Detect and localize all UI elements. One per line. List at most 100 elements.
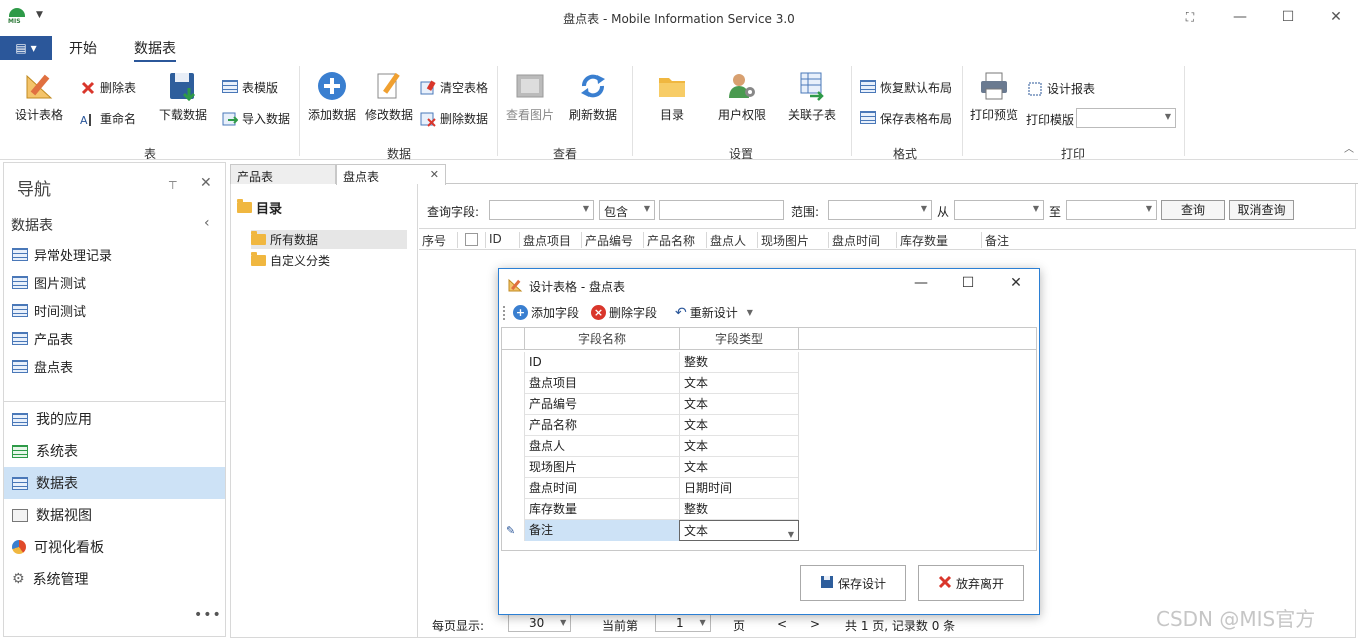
dialog-maximize-button[interactable]: ☐ xyxy=(954,275,982,295)
nav-bottom-system-tables[interactable]: 系统表 xyxy=(4,435,225,467)
restore-layout-button[interactable]: 恢复默认布局 xyxy=(860,79,952,96)
field-row[interactable]: 库存数量 整数 xyxy=(524,499,799,520)
query-operator-select[interactable]: 包含 ▼ xyxy=(599,200,655,220)
download-data-button[interactable]: 下载数据 xyxy=(157,70,209,123)
collapse-caret-icon[interactable]: ‹ xyxy=(204,215,210,231)
field-row[interactable]: 盘点人 文本 xyxy=(524,436,799,457)
nav-table-item[interactable]: 盘点表 xyxy=(12,357,73,376)
column-header[interactable]: 现场图片 xyxy=(757,232,809,248)
tab-start[interactable]: 开始 xyxy=(69,38,97,58)
field-name-cell[interactable]: 盘点人 xyxy=(524,436,679,457)
field-name-cell[interactable]: 盘点时间 xyxy=(524,478,679,499)
user-permissions-button[interactable]: 用户权限 xyxy=(714,70,770,123)
column-header[interactable]: ID xyxy=(485,232,502,248)
field-type-cell[interactable]: 整数 xyxy=(679,352,799,373)
column-header[interactable]: 备注 xyxy=(981,232,1009,248)
column-header[interactable]: 盘点人 xyxy=(706,232,746,248)
print-preview-button[interactable]: 打印预览 xyxy=(968,70,1020,123)
rename-button[interactable]: A 重命名 xyxy=(80,110,136,127)
file-menu-button[interactable]: ▤ ▾ xyxy=(0,36,52,60)
tree-item-custom-category[interactable]: 自定义分类 xyxy=(251,251,407,270)
range-from-select[interactable]: ▼ xyxy=(954,200,1044,220)
field-type-cell[interactable]: 文本 xyxy=(679,373,799,394)
column-header[interactable]: 盘点项目 xyxy=(519,232,571,248)
nav-close-icon[interactable]: ✕ xyxy=(200,175,212,191)
delete-data-button[interactable]: 删除数据 xyxy=(420,110,488,127)
edit-data-button[interactable]: 修改数据 xyxy=(363,70,415,123)
import-data-button[interactable]: 导入数据 xyxy=(222,110,290,127)
related-subtable-button[interactable]: 关联子表 xyxy=(785,70,839,123)
field-type-cell[interactable]: 文本 xyxy=(679,436,799,457)
print-template-select[interactable]: ▼ xyxy=(1076,108,1176,128)
more-options-icon[interactable]: ••• xyxy=(194,607,222,623)
design-table-button[interactable]: 设计表格 xyxy=(12,70,66,123)
save-layout-button[interactable]: 保存表格布局 xyxy=(860,110,952,127)
close-button[interactable]: ✕ xyxy=(1322,6,1350,28)
field-name-cell[interactable]: ID xyxy=(524,352,679,373)
query-field-select[interactable]: ▼ xyxy=(489,200,594,220)
pin-icon[interactable]: ⊤ xyxy=(168,179,178,192)
refresh-data-button[interactable]: 刷新数据 xyxy=(567,70,619,123)
prev-page-button[interactable]: < xyxy=(777,617,787,631)
field-type-cell[interactable]: 日期时间 xyxy=(679,478,799,499)
delete-field-button[interactable]: × 删除字段 xyxy=(591,304,657,321)
field-row[interactable]: 现场图片 文本 xyxy=(524,457,799,478)
field-name-cell[interactable]: 产品编号 xyxy=(524,394,679,415)
nav-table-item[interactable]: 产品表 xyxy=(12,329,73,348)
field-row[interactable]: 产品名称 文本 xyxy=(524,415,799,436)
field-row[interactable]: 盘点时间 日期时间 xyxy=(524,478,799,499)
view-image-button[interactable]: 查看图片 xyxy=(503,70,557,123)
field-name-cell[interactable]: 现场图片 xyxy=(524,457,679,478)
tab-close-icon[interactable]: ✕ xyxy=(430,168,439,181)
doc-tab-inventory[interactable]: 盘点表 ✕ xyxy=(336,164,446,185)
column-header[interactable]: 字段类型 xyxy=(679,328,799,350)
redesign-button[interactable]: ↶ 重新设计 ▼ xyxy=(675,304,753,321)
field-type-cell[interactable]: 文本 xyxy=(679,457,799,478)
range-field-select[interactable]: ▼ xyxy=(828,200,932,220)
nav-bottom-dashboard[interactable]: 可视化看板 xyxy=(4,531,225,563)
maximize-button[interactable]: ☐ xyxy=(1274,6,1302,28)
catalog-button[interactable]: 目录 xyxy=(652,70,692,123)
field-type-cell[interactable]: 文本 xyxy=(679,415,799,436)
doc-tab-product[interactable]: 产品表 xyxy=(230,164,336,184)
tree-root[interactable]: 目录 xyxy=(237,198,282,217)
nav-bottom-data-tables[interactable]: 数据表 xyxy=(4,467,225,499)
field-type-cell[interactable]: 文本 xyxy=(679,394,799,415)
select-all-checkbox[interactable] xyxy=(465,233,478,246)
next-page-button[interactable]: > xyxy=(810,617,820,631)
table-template-button[interactable]: 表模版 xyxy=(222,79,278,96)
per-page-select[interactable]: 30 ▼ xyxy=(508,614,572,632)
query-button[interactable]: 查询 xyxy=(1161,200,1225,220)
current-page-select[interactable]: 1 ▼ xyxy=(655,614,711,632)
query-keyword-input[interactable] xyxy=(659,200,784,220)
save-design-button[interactable]: 保存设计 xyxy=(800,565,906,601)
fullscreen-icon[interactable]: ⛶ xyxy=(1176,6,1204,28)
field-row[interactable]: 盘点项目 文本 xyxy=(524,373,799,394)
nav-bottom-my-apps[interactable]: 我的应用 xyxy=(4,403,225,435)
field-name-cell[interactable]: 备注 xyxy=(524,520,679,541)
tab-data-table[interactable]: 数据表 xyxy=(134,38,176,62)
nav-bottom-data-views[interactable]: 数据视图 xyxy=(4,499,225,531)
column-header[interactable]: 序号 xyxy=(419,232,446,248)
field-name-cell[interactable]: 库存数量 xyxy=(524,499,679,520)
cancel-query-button[interactable]: 取消查询 xyxy=(1229,200,1294,220)
tree-item-all-data[interactable]: 所有数据 xyxy=(251,230,407,249)
column-header[interactable]: 字段名称 xyxy=(524,328,679,350)
field-type-cell[interactable]: 整数 xyxy=(679,499,799,520)
field-name-cell[interactable]: 盘点项目 xyxy=(524,373,679,394)
column-header[interactable]: 库存数量 xyxy=(896,232,948,248)
range-to-select[interactable]: ▼ xyxy=(1066,200,1157,220)
clear-table-button[interactable]: 清空表格 xyxy=(420,79,488,96)
delete-table-button[interactable]: 删除表 xyxy=(80,79,136,96)
add-field-button[interactable]: + 添加字段 xyxy=(513,304,579,321)
collapse-ribbon-icon[interactable]: ︿ xyxy=(1344,140,1354,155)
nav-table-item[interactable]: 图片测试 xyxy=(12,273,86,292)
column-header[interactable]: 产品名称 xyxy=(643,232,695,248)
field-name-cell[interactable]: 产品名称 xyxy=(524,415,679,436)
field-row[interactable]: ID 整数 xyxy=(524,352,799,373)
nav-table-item[interactable]: 异常处理记录 xyxy=(12,245,112,264)
column-header[interactable]: 产品编号 xyxy=(581,232,633,248)
nav-table-item[interactable]: 时间测试 xyxy=(12,301,86,320)
dialog-close-button[interactable]: ✕ xyxy=(1002,275,1030,295)
dialog-minimize-button[interactable]: — xyxy=(907,275,935,295)
